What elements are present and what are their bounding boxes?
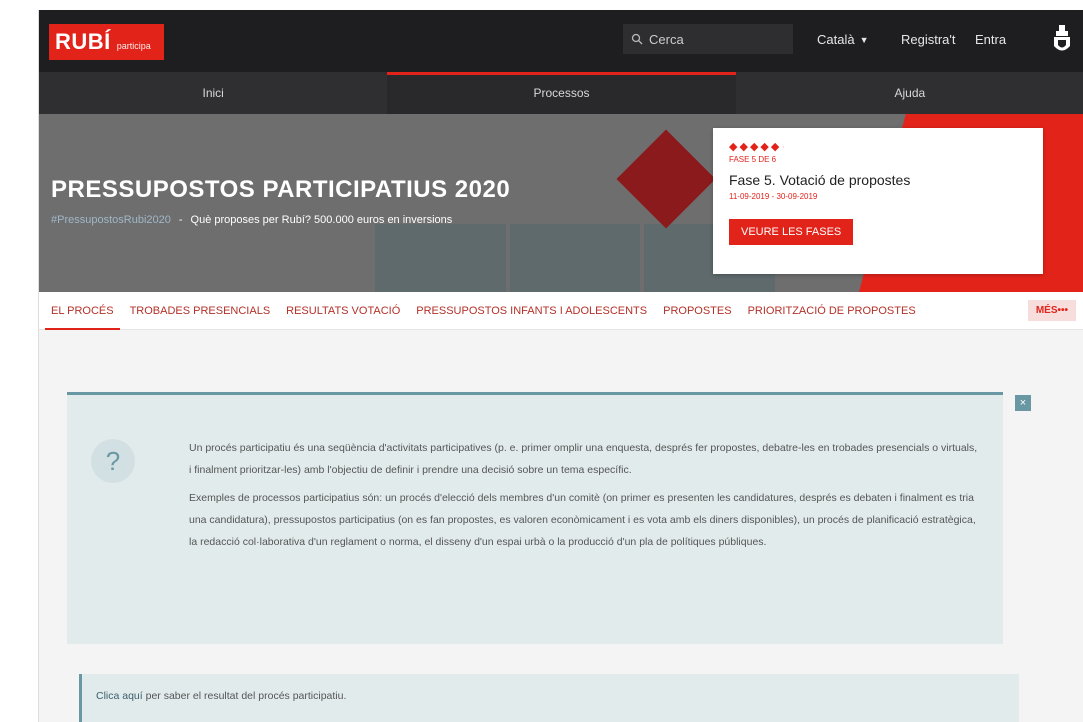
- search-placeholder: Cerca: [649, 31, 684, 47]
- phase-name: Fase 5. Votació de propostes: [729, 172, 911, 188]
- logo-text: RUBÍ: [55, 29, 111, 54]
- process-subtitle: #PressupostosRubi2020 - Què proposes per…: [51, 214, 452, 226]
- tab-proposals[interactable]: PROPOSTES: [655, 292, 739, 330]
- register-link[interactable]: Registra't: [901, 32, 956, 47]
- process-hashtag[interactable]: #PressupostosRubi2020: [51, 214, 171, 226]
- subtitle-separator: -: [178, 214, 183, 226]
- callout-paragraph: Un procés participatiu és una seqüència …: [189, 442, 978, 476]
- browser-viewport: RUBÍ participa Cerca Català ▼ Registra't…: [38, 10, 1083, 722]
- phase-dates: 11-09-2019 - 30-09-2019: [729, 192, 818, 201]
- dot-icon: ◆: [729, 141, 740, 153]
- tab-youth-budgets[interactable]: PRESSUPOSTOS INFANTS I ADOLESCENTS: [408, 292, 655, 330]
- logo[interactable]: RUBÍ participa: [49, 24, 164, 60]
- nav-item-help[interactable]: Ajuda: [736, 72, 1083, 114]
- phase-progress-dots: ◆◆◆◆◆·: [729, 140, 1027, 153]
- chevron-down-icon: ▼: [859, 34, 869, 45]
- logo-subtitle: participa: [116, 41, 151, 51]
- callout-paragraph: Exemples de processos participatius són:…: [189, 492, 976, 548]
- search-input[interactable]: Cerca: [623, 24, 793, 54]
- process-title: PRESSUPOSTOS PARTICIPATIUS 2020: [51, 176, 511, 203]
- tab-process[interactable]: EL PROCÉS: [43, 292, 122, 330]
- more-tabs-button[interactable]: MÉS•••: [1027, 300, 1076, 321]
- result-banner: Clica aquí per saber el resultat del pro…: [79, 674, 1019, 722]
- phase-card: ◆◆◆◆◆· FASE 5 DE 6 Fase 5. Votació de pr…: [713, 128, 1043, 274]
- main-navigation: Inici Processos Ajuda: [39, 72, 1083, 114]
- tab-results[interactable]: RESULTATS VOTACIÓ: [278, 292, 408, 330]
- info-callout: × ? Un procés participatiu és una seqüèn…: [67, 392, 1031, 644]
- dot-icon: ·: [781, 141, 788, 153]
- dot-icon: ◆: [770, 141, 782, 153]
- process-subtitle-text: Què proposes per Rubí? 500.000 euros en …: [190, 214, 453, 226]
- close-icon[interactable]: ×: [1015, 395, 1031, 411]
- result-text: per saber el resultat del procés partici…: [142, 690, 347, 702]
- nav-item-home[interactable]: Inici: [39, 72, 387, 114]
- nav-item-processes[interactable]: Processos: [387, 72, 736, 114]
- tab-prioritization[interactable]: PRIORITZACIÓ DE PROPOSTES: [740, 292, 924, 330]
- dot-icon: ◆: [749, 141, 761, 153]
- city-crest-icon[interactable]: [1051, 24, 1073, 56]
- top-bar: RUBÍ participa Cerca Català ▼ Registra't…: [39, 10, 1083, 72]
- result-link[interactable]: Clica aquí: [96, 690, 143, 702]
- tab-meetings[interactable]: TROBADES PRESENCIALS: [122, 292, 279, 330]
- login-link[interactable]: Entra: [975, 32, 1006, 47]
- question-icon: ?: [91, 439, 135, 483]
- dot-icon: ◆: [760, 141, 771, 153]
- phase-step-label: FASE 5 DE 6: [729, 155, 777, 164]
- language-selector[interactable]: Català ▼: [817, 32, 869, 47]
- dot-icon: ◆: [739, 141, 750, 153]
- view-phases-button[interactable]: VEURE LES FASES: [729, 219, 854, 245]
- hero-diamond-shape: [616, 129, 716, 229]
- search-icon: [631, 33, 643, 45]
- language-label: Català: [817, 32, 855, 47]
- process-tabs: EL PROCÉS TROBADES PRESENCIALS RESULTATS…: [39, 292, 1083, 330]
- callout-text: Un procés participatiu és una seqüència …: [189, 437, 979, 553]
